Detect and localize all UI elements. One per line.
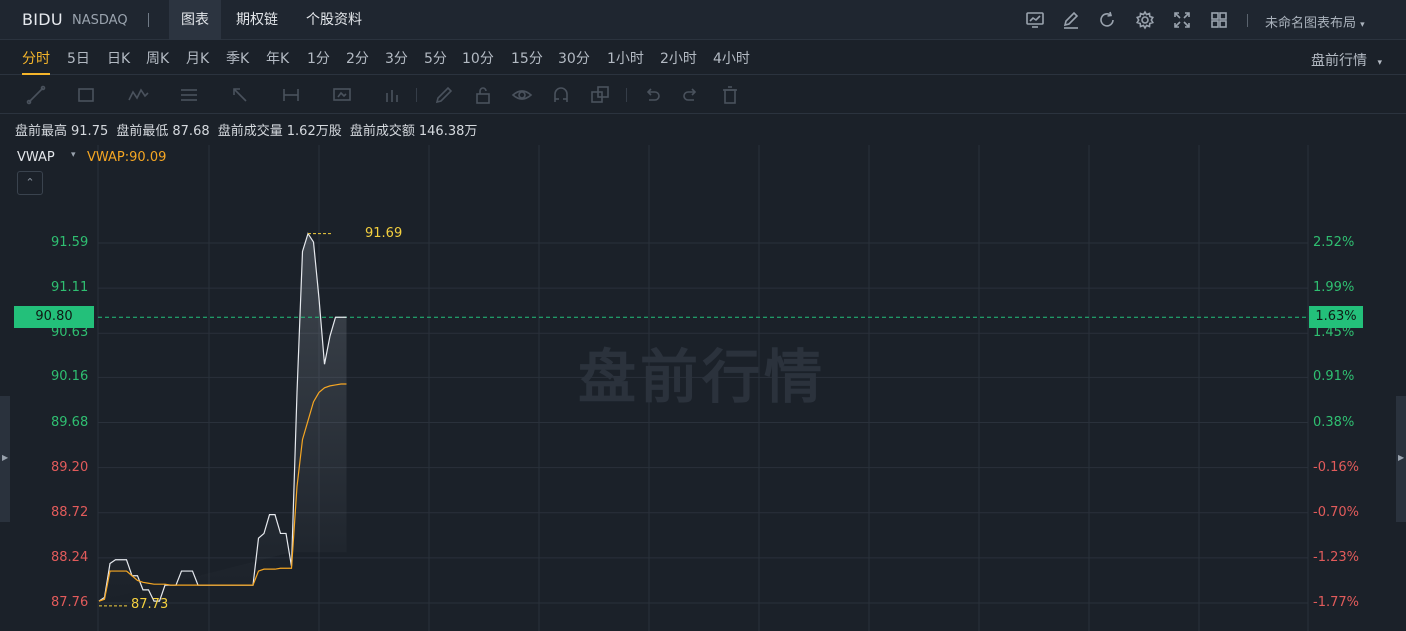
y-tick-label: 87.76 [51, 595, 89, 610]
high-marker-label: 91.69 [365, 226, 403, 241]
pencil-icon[interactable] [433, 84, 455, 106]
low-label: 盘前最低 [116, 124, 169, 139]
period-tabs: 盘前行情 ▾ 分时 5日 日K 周K 月K 季K 年K 1分 2分 3分 5分 10分 15分 30分 1小… [0, 40, 1406, 75]
left-panel-handle[interactable]: ▶ [0, 396, 10, 522]
divider [1247, 14, 1248, 27]
period-tab[interactable]: 4小时 [713, 48, 750, 68]
session-selector[interactable]: 盘前行情 ▾ [1311, 50, 1382, 70]
high-value: 91.75 [71, 124, 109, 139]
y-tick-pct-label: -0.70% [1313, 504, 1359, 520]
chart-settings-icon[interactable] [1025, 10, 1045, 30]
period-tab[interactable]: 15分 [511, 48, 543, 68]
annotation-tool-icon[interactable] [331, 84, 353, 106]
period-tab[interactable]: 年K [266, 48, 289, 68]
y-tick-pct-label: 2.52% [1313, 235, 1355, 250]
period-tab[interactable]: 3分 [385, 48, 408, 68]
layout-selector[interactable]: 未命名图表布局 ▾ [1265, 12, 1365, 31]
chevron-down-icon[interactable]: ▾ [71, 150, 76, 160]
period-tab[interactable]: 月K [186, 48, 209, 68]
y-tick-pct-label: 0.91% [1313, 369, 1355, 385]
period-tab[interactable]: 10分 [462, 48, 494, 68]
layout-name: 未命名图表布局 [1265, 16, 1357, 31]
low-value: 87.68 [172, 124, 210, 139]
chevron-right-icon: ▶ [1398, 453, 1405, 462]
period-tab[interactable]: 周K [146, 48, 169, 68]
chevron-down-icon: ▾ [1360, 20, 1365, 30]
y-tick-label: 88.24 [51, 549, 89, 565]
divider [148, 13, 149, 27]
edit-icon[interactable] [1061, 10, 1081, 30]
period-tab[interactable]: 日K [107, 48, 130, 68]
eye-icon[interactable] [511, 84, 533, 106]
low-marker-label: 87.73 [131, 597, 169, 612]
period-tab[interactable]: 2小时 [660, 48, 697, 68]
y-tick-label: 91.59 [51, 235, 89, 250]
amount-label: 盘前成交额 [349, 124, 415, 139]
stock-symbol: BIDU [22, 10, 63, 29]
tab-stock-profile[interactable]: 个股资料 [294, 0, 374, 40]
lock-icon[interactable] [472, 84, 494, 106]
y-tick-label: 88.72 [51, 504, 89, 520]
current-price-tag: 90.80 [14, 306, 94, 328]
period-tab[interactable]: 5分 [424, 48, 447, 68]
y-tick-label: 91.11 [51, 280, 89, 296]
collapse-button[interactable]: ⌃ [17, 171, 43, 195]
period-tab[interactable]: 1小时 [607, 48, 644, 68]
tab-chart[interactable]: 图表 [169, 0, 221, 40]
volume-label: 盘前成交量 [217, 124, 283, 139]
session-label: 盘前行情 [1311, 53, 1368, 69]
period-tab[interactable]: 1分 [307, 48, 330, 68]
gear-icon[interactable] [1135, 10, 1155, 30]
trash-icon[interactable] [719, 84, 741, 106]
layout-grid-icon[interactable] [1209, 10, 1229, 30]
redo-icon[interactable] [680, 84, 702, 106]
clone-icon[interactable] [589, 84, 611, 106]
volume-value: 1.62万股 [286, 124, 342, 139]
pattern-tool-icon[interactable] [127, 84, 149, 106]
high-label: 盘前最高 [15, 124, 68, 139]
y-tick-label: 89.68 [51, 414, 89, 430]
session-watermark: 盘前行情 [578, 343, 827, 411]
divider [416, 88, 417, 102]
indicator-name[interactable]: VWAP [17, 150, 55, 165]
arrow-tool-icon[interactable] [229, 84, 251, 106]
rectangle-tool-icon[interactable] [75, 84, 97, 106]
vwap-value: VWAP:90.09 [87, 150, 167, 165]
premarket-stats: 盘前最高 91.75 盘前最低 87.68 盘前成交量 1.62万股 盘前成交额 146… [15, 120, 481, 139]
period-tab[interactable]: 2分 [346, 48, 369, 68]
trend-line-tool-icon[interactable] [25, 84, 47, 106]
exchange-label: NASDAQ [72, 13, 128, 28]
tab-options-chain[interactable]: 期权链 [224, 0, 290, 40]
fibonacci-tool-icon[interactable] [178, 84, 200, 106]
chevron-right-icon: ▶ [2, 453, 9, 462]
period-tab[interactable]: 分时 [22, 48, 50, 75]
amount-value: 146.38万 [418, 124, 478, 139]
fullscreen-icon[interactable] [1172, 10, 1192, 30]
period-tab[interactable]: 季K [226, 48, 249, 68]
right-panel-handle[interactable]: ▶ [1396, 396, 1406, 522]
drawing-toolbar [0, 76, 1406, 114]
y-tick-pct-label: 0.38% [1313, 414, 1355, 430]
measure-tool-icon[interactable] [280, 84, 302, 106]
current-pct-tag: 1.63% [1309, 306, 1363, 328]
period-tab[interactable]: 30分 [558, 48, 590, 68]
y-tick-label: 90.16 [51, 369, 89, 385]
refresh-icon[interactable] [1097, 10, 1117, 30]
y-tick-pct-label: -1.77% [1313, 595, 1359, 610]
chevron-up-icon: ⌃ [25, 176, 35, 189]
y-tick-pct-label: 1.99% [1313, 280, 1355, 296]
period-tab[interactable]: 5日 [67, 48, 90, 68]
top-bar: BIDU NASDAQ 图表 期权链 个股资料 未命名图表布局 ▾ [0, 0, 1406, 40]
magnet-icon[interactable] [550, 84, 572, 106]
undo-icon[interactable] [641, 84, 663, 106]
y-tick-label: 89.20 [51, 459, 89, 475]
y-tick-pct-label: -1.23% [1313, 549, 1359, 565]
divider [626, 88, 627, 102]
y-tick-pct-label: -0.16% [1313, 459, 1359, 475]
chevron-down-icon: ▾ [1377, 58, 1382, 68]
indicator-tool-icon[interactable] [382, 84, 404, 106]
